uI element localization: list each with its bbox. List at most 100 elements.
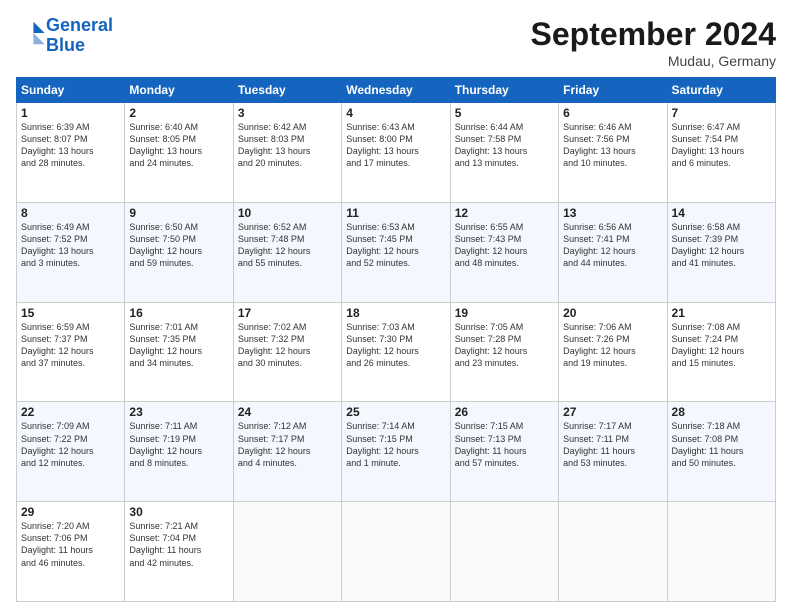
day-number: 1 [21, 106, 120, 120]
table-row: 19Sunrise: 7:05 AMSunset: 7:28 PMDayligh… [450, 302, 558, 402]
day-info: Sunrise: 6:44 AMSunset: 7:58 PMDaylight:… [455, 121, 554, 170]
day-number: 20 [563, 306, 662, 320]
calendar-week-row: 1Sunrise: 6:39 AMSunset: 8:07 PMDaylight… [17, 103, 776, 203]
col-wednesday: Wednesday [342, 78, 450, 103]
day-number: 5 [455, 106, 554, 120]
day-info: Sunrise: 6:50 AMSunset: 7:50 PMDaylight:… [129, 221, 228, 270]
day-info: Sunrise: 7:21 AMSunset: 7:04 PMDaylight:… [129, 520, 228, 569]
day-info: Sunrise: 7:20 AMSunset: 7:06 PMDaylight:… [21, 520, 120, 569]
col-friday: Friday [559, 78, 667, 103]
table-row: 21Sunrise: 7:08 AMSunset: 7:24 PMDayligh… [667, 302, 775, 402]
table-row: 22Sunrise: 7:09 AMSunset: 7:22 PMDayligh… [17, 402, 125, 502]
table-row: 17Sunrise: 7:02 AMSunset: 7:32 PMDayligh… [233, 302, 341, 402]
day-info: Sunrise: 6:55 AMSunset: 7:43 PMDaylight:… [455, 221, 554, 270]
table-row: 3Sunrise: 6:42 AMSunset: 8:03 PMDaylight… [233, 103, 341, 203]
calendar-week-row: 29Sunrise: 7:20 AMSunset: 7:06 PMDayligh… [17, 502, 776, 602]
day-number: 11 [346, 206, 445, 220]
day-info: Sunrise: 7:05 AMSunset: 7:28 PMDaylight:… [455, 321, 554, 370]
table-row: 29Sunrise: 7:20 AMSunset: 7:06 PMDayligh… [17, 502, 125, 602]
day-info: Sunrise: 6:43 AMSunset: 8:00 PMDaylight:… [346, 121, 445, 170]
table-row [450, 502, 558, 602]
day-info: Sunrise: 6:39 AMSunset: 8:07 PMDaylight:… [21, 121, 120, 170]
table-row: 5Sunrise: 6:44 AMSunset: 7:58 PMDaylight… [450, 103, 558, 203]
day-info: Sunrise: 7:02 AMSunset: 7:32 PMDaylight:… [238, 321, 337, 370]
table-row [342, 502, 450, 602]
day-number: 23 [129, 405, 228, 419]
day-number: 22 [21, 405, 120, 419]
day-info: Sunrise: 7:17 AMSunset: 7:11 PMDaylight:… [563, 420, 662, 469]
calendar-week-row: 22Sunrise: 7:09 AMSunset: 7:22 PMDayligh… [17, 402, 776, 502]
table-row: 8Sunrise: 6:49 AMSunset: 7:52 PMDaylight… [17, 202, 125, 302]
day-number: 8 [21, 206, 120, 220]
table-row: 24Sunrise: 7:12 AMSunset: 7:17 PMDayligh… [233, 402, 341, 502]
day-info: Sunrise: 6:42 AMSunset: 8:03 PMDaylight:… [238, 121, 337, 170]
day-info: Sunrise: 6:40 AMSunset: 8:05 PMDaylight:… [129, 121, 228, 170]
table-row: 10Sunrise: 6:52 AMSunset: 7:48 PMDayligh… [233, 202, 341, 302]
table-row: 4Sunrise: 6:43 AMSunset: 8:00 PMDaylight… [342, 103, 450, 203]
day-info: Sunrise: 7:03 AMSunset: 7:30 PMDaylight:… [346, 321, 445, 370]
calendar-week-row: 15Sunrise: 6:59 AMSunset: 7:37 PMDayligh… [17, 302, 776, 402]
day-number: 25 [346, 405, 445, 419]
table-row: 30Sunrise: 7:21 AMSunset: 7:04 PMDayligh… [125, 502, 233, 602]
day-number: 19 [455, 306, 554, 320]
day-number: 28 [672, 405, 771, 419]
day-info: Sunrise: 7:08 AMSunset: 7:24 PMDaylight:… [672, 321, 771, 370]
logo-text: General Blue [46, 16, 113, 56]
day-info: Sunrise: 6:58 AMSunset: 7:39 PMDaylight:… [672, 221, 771, 270]
day-number: 30 [129, 505, 228, 519]
table-row [233, 502, 341, 602]
location: Mudau, Germany [531, 53, 776, 69]
table-row: 20Sunrise: 7:06 AMSunset: 7:26 PMDayligh… [559, 302, 667, 402]
day-number: 29 [21, 505, 120, 519]
table-row: 9Sunrise: 6:50 AMSunset: 7:50 PMDaylight… [125, 202, 233, 302]
table-row [559, 502, 667, 602]
title-area: September 2024 Mudau, Germany [531, 16, 776, 69]
day-number: 24 [238, 405, 337, 419]
day-number: 9 [129, 206, 228, 220]
col-saturday: Saturday [667, 78, 775, 103]
day-info: Sunrise: 7:12 AMSunset: 7:17 PMDaylight:… [238, 420, 337, 469]
table-row [667, 502, 775, 602]
day-info: Sunrise: 6:59 AMSunset: 7:37 PMDaylight:… [21, 321, 120, 370]
logo: General Blue [16, 16, 113, 56]
day-info: Sunrise: 7:11 AMSunset: 7:19 PMDaylight:… [129, 420, 228, 469]
table-row: 16Sunrise: 7:01 AMSunset: 7:35 PMDayligh… [125, 302, 233, 402]
day-info: Sunrise: 6:47 AMSunset: 7:54 PMDaylight:… [672, 121, 771, 170]
calendar-week-row: 8Sunrise: 6:49 AMSunset: 7:52 PMDaylight… [17, 202, 776, 302]
col-thursday: Thursday [450, 78, 558, 103]
table-row: 7Sunrise: 6:47 AMSunset: 7:54 PMDaylight… [667, 103, 775, 203]
day-number: 18 [346, 306, 445, 320]
table-row: 26Sunrise: 7:15 AMSunset: 7:13 PMDayligh… [450, 402, 558, 502]
header: General Blue September 2024 Mudau, Germa… [16, 16, 776, 69]
table-row: 25Sunrise: 7:14 AMSunset: 7:15 PMDayligh… [342, 402, 450, 502]
logo-blue: Blue [46, 35, 85, 55]
col-monday: Monday [125, 78, 233, 103]
day-info: Sunrise: 7:06 AMSunset: 7:26 PMDaylight:… [563, 321, 662, 370]
day-info: Sunrise: 6:53 AMSunset: 7:45 PMDaylight:… [346, 221, 445, 270]
table-row: 11Sunrise: 6:53 AMSunset: 7:45 PMDayligh… [342, 202, 450, 302]
table-row: 23Sunrise: 7:11 AMSunset: 7:19 PMDayligh… [125, 402, 233, 502]
day-info: Sunrise: 6:52 AMSunset: 7:48 PMDaylight:… [238, 221, 337, 270]
table-row: 14Sunrise: 6:58 AMSunset: 7:39 PMDayligh… [667, 202, 775, 302]
day-number: 27 [563, 405, 662, 419]
table-row: 18Sunrise: 7:03 AMSunset: 7:30 PMDayligh… [342, 302, 450, 402]
day-number: 13 [563, 206, 662, 220]
day-info: Sunrise: 7:18 AMSunset: 7:08 PMDaylight:… [672, 420, 771, 469]
day-number: 16 [129, 306, 228, 320]
day-number: 2 [129, 106, 228, 120]
day-info: Sunrise: 7:01 AMSunset: 7:35 PMDaylight:… [129, 321, 228, 370]
day-number: 14 [672, 206, 771, 220]
table-row: 15Sunrise: 6:59 AMSunset: 7:37 PMDayligh… [17, 302, 125, 402]
table-row: 2Sunrise: 6:40 AMSunset: 8:05 PMDaylight… [125, 103, 233, 203]
day-info: Sunrise: 6:49 AMSunset: 7:52 PMDaylight:… [21, 221, 120, 270]
table-row: 28Sunrise: 7:18 AMSunset: 7:08 PMDayligh… [667, 402, 775, 502]
logo-general: General [46, 15, 113, 35]
day-number: 3 [238, 106, 337, 120]
table-row: 12Sunrise: 6:55 AMSunset: 7:43 PMDayligh… [450, 202, 558, 302]
table-row: 1Sunrise: 6:39 AMSunset: 8:07 PMDaylight… [17, 103, 125, 203]
calendar-header-row: Sunday Monday Tuesday Wednesday Thursday… [17, 78, 776, 103]
col-sunday: Sunday [17, 78, 125, 103]
col-tuesday: Tuesday [233, 78, 341, 103]
day-number: 6 [563, 106, 662, 120]
day-info: Sunrise: 6:56 AMSunset: 7:41 PMDaylight:… [563, 221, 662, 270]
